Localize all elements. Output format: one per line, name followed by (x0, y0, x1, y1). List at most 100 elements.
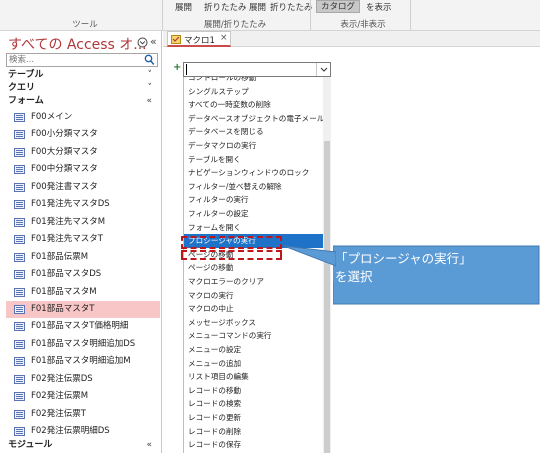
nav-form-label: F01発注先マスタT (31, 234, 103, 245)
nav-form-item[interactable]: F01発注先マスタDS (6, 196, 160, 213)
action-list-item[interactable]: フィルターの設定 (184, 207, 323, 221)
action-list-item[interactable]: データベースオブジェクトの電子メール送信 (184, 112, 323, 126)
nav-form-item[interactable]: F00中分類マスタ (6, 161, 160, 178)
navigation-pane: すべての Access オ... « テーブル ˅ クエリ ˅ フォーム « F… (0, 31, 162, 453)
nav-form-item[interactable]: F01部品マスタT価格明細 (6, 318, 160, 335)
action-list-item[interactable]: すべての一時変数の削除 (184, 98, 323, 112)
chevron-down-icon[interactable] (316, 63, 330, 76)
nav-form-label: F02発注伝票明細DS (31, 426, 110, 437)
nav-pane-title[interactable]: すべての Access オ... (8, 34, 147, 54)
action-list-item[interactable]: フォームを開く (184, 221, 323, 235)
form-icon (14, 200, 25, 210)
nav-search-input[interactable] (9, 54, 139, 66)
nav-menu-icon[interactable] (137, 37, 148, 51)
nav-form-label: F01部品マスタ明細追加M (31, 356, 131, 367)
collapse-all-button[interactable]: 折りたたみ (270, 1, 313, 13)
nav-category-modules[interactable]: モジュール « (8, 439, 154, 452)
show-button[interactable]: を表示 (366, 1, 392, 13)
callout-text: 「プロシージャの実行」 を選択 (335, 250, 535, 286)
nav-category-forms[interactable]: フォーム « (8, 95, 154, 108)
ribbon: ツール 展開 折りたたみ 展開 折りたたみ 展開/折りたたみ カタログ を表示 … (0, 0, 540, 31)
nav-form-label: F02発注伝票M (31, 391, 89, 402)
nav-form-item[interactable]: F01部品伝票M (6, 249, 160, 266)
form-icon (14, 130, 25, 140)
nav-form-item[interactable]: F01部品マスタ明細追加DS (6, 336, 160, 353)
nav-form-label: F01発注先マスタDS (31, 199, 110, 210)
tab-macro1[interactable]: マクロ1 × (167, 31, 231, 47)
add-new-action-combo[interactable] (183, 62, 331, 77)
nav-form-item[interactable]: F00発注書マスタ (6, 179, 160, 196)
nav-form-item[interactable]: F00メイン (6, 109, 160, 126)
action-list-item[interactable]: データマクロの実行 (184, 139, 323, 153)
catalog-button[interactable]: カタログ (316, 0, 361, 13)
nav-category-tables[interactable]: テーブル ˅ (8, 69, 154, 82)
nav-form-label: F01部品マスタM (31, 286, 97, 297)
nav-form-item[interactable]: F01部品マスタM (6, 284, 160, 301)
form-icon (14, 165, 25, 175)
nav-search-box[interactable] (6, 53, 158, 67)
nav-form-item[interactable]: F01発注先マスタM (6, 214, 160, 231)
action-list-item[interactable]: シングルステップ (184, 85, 323, 99)
document-tabstrip: マクロ1 × (163, 31, 540, 47)
form-icon (14, 217, 25, 227)
tab-label: マクロ1 (184, 36, 215, 46)
callout-pointer (283, 245, 336, 267)
highlight-annotation-box-lower (181, 250, 282, 260)
collapse-button[interactable]: 折りたたみ (204, 1, 247, 13)
action-list-item[interactable]: マクロの中止 (184, 302, 323, 316)
form-icon (14, 147, 25, 157)
nav-form-item[interactable]: F00小分類マスタ (6, 126, 160, 143)
nav-form-label: F01部品マスタ明細追加DS (31, 338, 136, 349)
nav-form-item[interactable]: F01部品マスタDS (6, 266, 160, 283)
nav-form-label: F02発注伝票T (31, 408, 86, 419)
action-list-item[interactable]: コントロールの移動 (184, 77, 323, 85)
action-list-item[interactable]: ナビゲーションウィンドウのロック (184, 166, 323, 180)
nav-form-label: F00小分類マスタ (31, 129, 98, 140)
nav-form-item[interactable]: F02発注伝票M (6, 388, 160, 405)
expand-button[interactable]: 展開 (175, 1, 192, 13)
action-list-item[interactable]: レコードの保存 (184, 438, 323, 452)
nav-form-item[interactable]: F00大分類マスタ (6, 144, 160, 161)
ribbon-separator (310, 0, 311, 30)
form-icon (14, 113, 25, 122)
close-icon[interactable]: × (220, 33, 228, 43)
form-icon (14, 339, 25, 349)
action-list-item[interactable]: メッセージボックス (184, 316, 323, 330)
nav-form-item[interactable]: F01部品マスタT (6, 300, 160, 318)
nav-category-queries[interactable]: クエリ ˅ (8, 82, 154, 95)
form-icon (14, 270, 25, 280)
nav-form-item[interactable]: F02発注伝票T (6, 406, 160, 423)
shutter-bar-close-icon[interactable]: « (150, 35, 157, 48)
action-list-item[interactable]: メニューの設定 (184, 343, 323, 357)
ribbon-group-tools: ツール (72, 20, 98, 30)
chevron-up-double-icon: « (146, 96, 152, 106)
action-list-item[interactable]: レコードの更新 (184, 411, 323, 425)
action-list-item[interactable]: フィルターの実行 (184, 193, 323, 207)
nav-form-label: F00発注書マスタ (31, 181, 98, 192)
action-list-item[interactable]: フィルター/並べ替えの解除 (184, 180, 323, 194)
macro-icon (171, 35, 181, 44)
expand-all-button[interactable]: 展開 (249, 1, 266, 13)
action-list-item[interactable]: メニューコマンドの実行 (184, 329, 323, 343)
action-list-item[interactable]: レコードの検索 (184, 397, 323, 411)
action-list-item[interactable]: レコードの削除 (184, 425, 323, 439)
nav-form-item[interactable]: F01発注先マスタT (6, 231, 160, 248)
action-list-item[interactable]: レコードの移動 (184, 384, 323, 398)
nav-category-label: フォーム (8, 96, 44, 106)
search-icon[interactable] (144, 54, 155, 66)
nav-form-item[interactable]: F01部品マスタ明細追加M (6, 353, 160, 370)
nav-form-item[interactable]: F02発注伝票明細DS (6, 423, 160, 440)
ribbon-separator (162, 0, 163, 30)
nav-form-item[interactable]: F02発注伝票DS (6, 371, 160, 388)
action-list-item[interactable]: データベースを閉じる (184, 125, 323, 139)
action-list-item[interactable]: マクロの実行 (184, 289, 323, 303)
highlight-annotation-box (181, 236, 282, 249)
form-icon (14, 322, 25, 332)
callout-line1: 「プロシージャの実行」 (335, 251, 472, 266)
scrollbar-thumb[interactable] (324, 141, 330, 453)
nav-form-label: F01部品マスタT (31, 303, 95, 314)
action-list-item[interactable]: メニューの追加 (184, 357, 323, 371)
action-list-item[interactable]: テーブルを開く (184, 153, 323, 167)
chevron-down-icon: ˅ (147, 83, 153, 93)
action-list-item[interactable]: リスト項目の編集 (184, 370, 323, 384)
